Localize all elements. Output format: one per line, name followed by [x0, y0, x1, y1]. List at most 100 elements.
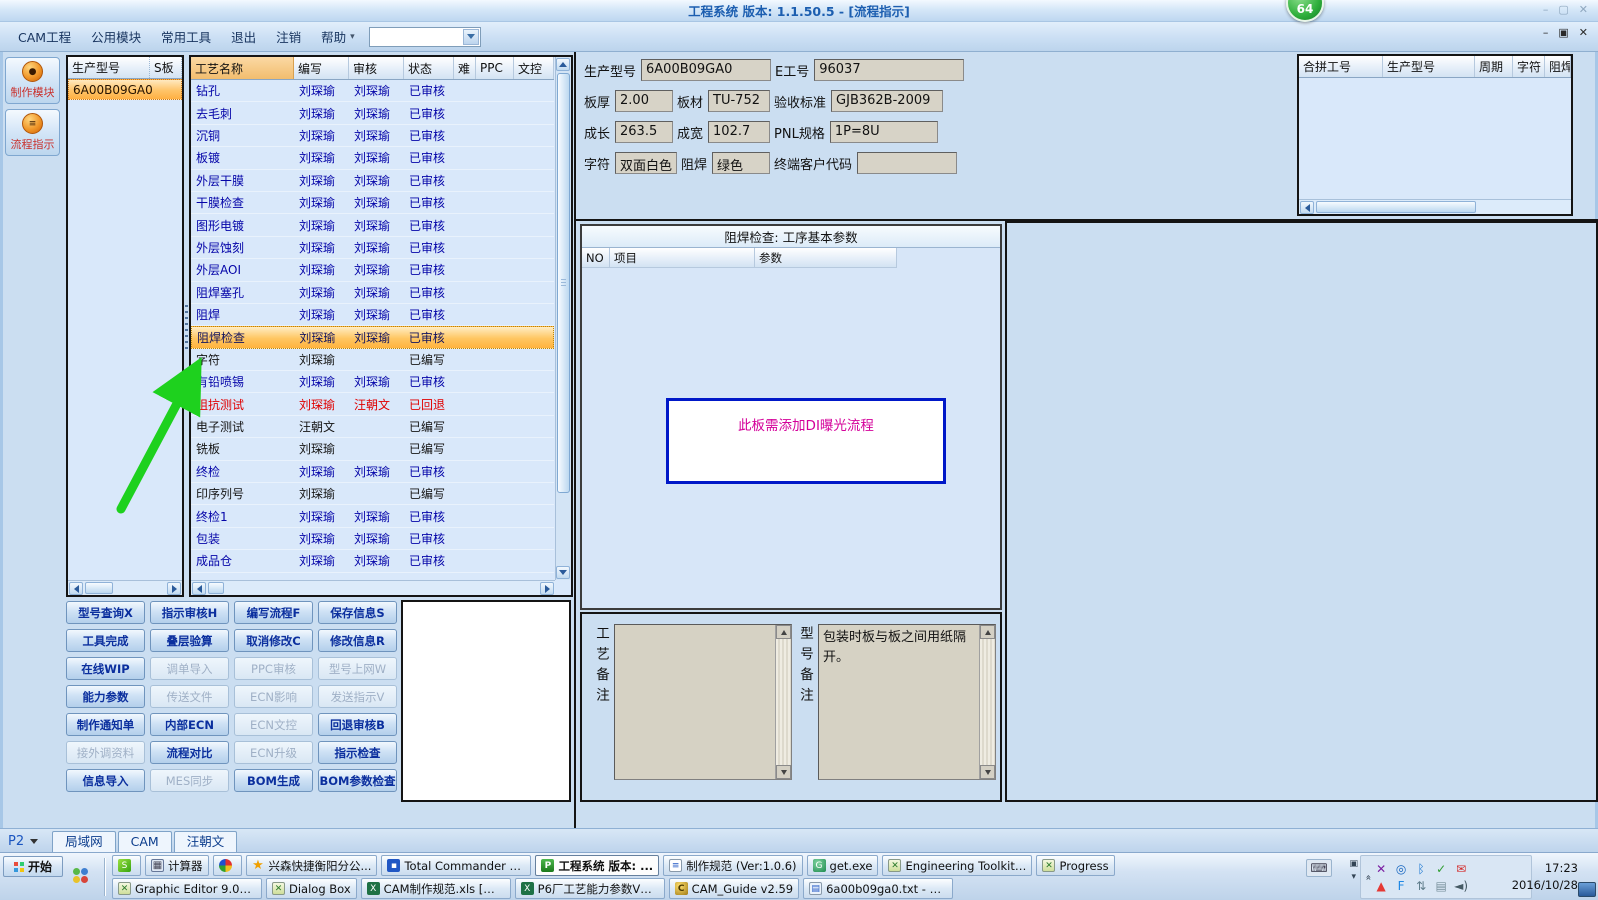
- task-button[interactable]: ≡ 制作规范 (Ver:1.0.6): [663, 855, 803, 876]
- col-difficulty[interactable]: 难: [454, 57, 476, 79]
- tray-icon[interactable]: ✓: [1434, 862, 1448, 876]
- task-button[interactable]: ✕ Progress: [1036, 855, 1115, 876]
- start-button[interactable]: 开始: [3, 856, 63, 877]
- process-row[interactable]: 板镀 刘琛瑜 刘琛瑜 已审核: [191, 147, 554, 170]
- menu-cam-project[interactable]: CAM工程: [8, 24, 81, 49]
- eid-field[interactable]: 96037: [814, 59, 965, 81]
- action-button[interactable]: 回退审核B: [318, 713, 397, 736]
- col-merge-job[interactable]: 合拼工号: [1299, 56, 1383, 77]
- process-row[interactable]: 阻焊塞孔 刘琛瑜 刘琛瑜 已审核: [191, 282, 554, 304]
- action-button[interactable]: ECN文控: [234, 713, 313, 736]
- process-row[interactable]: 沉铜 刘琛瑜 刘琛瑜 已审核: [191, 125, 554, 148]
- process-row[interactable]: 有铅喷锡 刘琛瑜 刘琛瑜 已审核: [191, 371, 554, 394]
- process-v-scrollbar[interactable]: [555, 57, 571, 580]
- scroll-thumb[interactable]: [1316, 201, 1476, 213]
- process-h-scrollbar[interactable]: [191, 580, 555, 595]
- menu-common-tools[interactable]: 常用工具: [151, 24, 221, 49]
- process-row[interactable]: 阻焊检查 刘琛瑜 刘琛瑜 已审核: [191, 326, 554, 349]
- action-button[interactable]: MES同步: [150, 769, 229, 792]
- scroll-up-icon[interactable]: [556, 58, 570, 71]
- tray-icon[interactable]: ◄): [1454, 879, 1468, 893]
- mask-field[interactable]: 绿色: [712, 152, 771, 174]
- model-remark-scrollbar[interactable]: [979, 625, 995, 779]
- process-row[interactable]: 包装 刘琛瑜 刘琛瑜 已审核: [191, 528, 554, 551]
- action-button[interactable]: 编写流程F: [234, 601, 313, 624]
- process-row[interactable]: 电子测试 汪朝文 已编写: [191, 416, 554, 439]
- action-button[interactable]: 工具完成: [66, 629, 145, 652]
- model-remark-textarea[interactable]: 包装时板与板之间用纸隔开。: [818, 624, 996, 780]
- scroll-thumb[interactable]: [557, 73, 570, 493]
- tray-icon[interactable]: F: [1394, 879, 1408, 893]
- thickness-field[interactable]: 2.00: [615, 90, 674, 112]
- process-row[interactable]: 外层干膜 刘琛瑜 刘琛瑜 已审核: [191, 170, 554, 192]
- tray-icon[interactable]: ✉: [1454, 862, 1468, 876]
- keyboard-layout-icon[interactable]: ⌨: [1306, 859, 1332, 877]
- tray-icon[interactable]: ✕: [1374, 862, 1388, 876]
- sidebar-module-button[interactable]: ≡ 流程指示: [5, 109, 60, 156]
- col-merge-model[interactable]: 生产型号: [1383, 56, 1475, 77]
- child-restore-icon[interactable]: ▣: [1558, 26, 1568, 39]
- process-row[interactable]: 阻焊 刘琛瑜 刘琛瑜 已审核: [191, 304, 554, 327]
- action-button[interactable]: 接外调资料: [66, 741, 145, 764]
- action-button[interactable]: 指示审核H: [150, 601, 229, 624]
- width-field[interactable]: 102.7: [708, 121, 771, 143]
- action-button[interactable]: 修改信息R: [318, 629, 397, 652]
- col-status[interactable]: 状态: [404, 57, 454, 79]
- action-button[interactable]: 指示检查: [318, 741, 397, 764]
- silkscreen-field[interactable]: 双面白色: [615, 152, 678, 174]
- taskbar-clock[interactable]: 17:23 2016/10/28: [1512, 860, 1578, 893]
- action-button[interactable]: 在线WIP: [66, 657, 145, 680]
- action-button[interactable]: 调单导入: [150, 657, 229, 680]
- process-row[interactable]: 外层蚀刻 刘琛瑜 刘琛瑜 已审核: [191, 237, 554, 260]
- close-icon[interactable]: ✕: [1579, 3, 1588, 16]
- process-row[interactable]: 终检 刘琛瑜 刘琛瑜 已审核: [191, 461, 554, 484]
- task-button[interactable]: ✕ Dialog Box: [266, 878, 357, 899]
- scroll-up-icon[interactable]: [776, 625, 791, 639]
- child-close-icon[interactable]: ✕: [1579, 26, 1588, 39]
- task-button[interactable]: ★ 兴森快捷衡阳分公...: [245, 855, 378, 876]
- tray-icon[interactable]: ᛒ: [1414, 862, 1428, 876]
- craft-remark-scrollbar[interactable]: [775, 625, 791, 779]
- combo-dropdown-icon[interactable]: [462, 28, 479, 45]
- process-row[interactable]: 字符 刘琛瑜 已编写: [191, 349, 554, 372]
- scroll-right-icon[interactable]: [540, 582, 554, 595]
- task-button[interactable]: ✕ Graphic Editor 9.07b2 (0...: [112, 878, 262, 899]
- model-h-scrollbar[interactable]: [68, 580, 182, 595]
- action-button[interactable]: 型号查询X: [66, 601, 145, 624]
- material-field[interactable]: TU-752: [708, 90, 771, 112]
- col-process-name[interactable]: 工艺名称: [191, 57, 294, 79]
- task-button[interactable]: X CAM制作规范.xls [兼...: [360, 878, 511, 899]
- model-field[interactable]: 6A00B09GA0: [641, 59, 772, 81]
- action-button[interactable]: PPC审核: [234, 657, 313, 680]
- action-button[interactable]: 流程对比: [150, 741, 229, 764]
- col-no[interactable]: NO: [582, 248, 610, 268]
- desktop-tab[interactable]: CAM: [117, 831, 172, 852]
- desktop-selector[interactable]: P2: [8, 834, 38, 849]
- action-button[interactable]: BOM参数检查: [318, 769, 397, 792]
- action-button[interactable]: 信息导入: [66, 769, 145, 792]
- desktop-tab[interactable]: 汪朝文: [173, 831, 238, 852]
- task-button[interactable]: ✕ Engineering Toolkit 9....: [882, 855, 1033, 876]
- action-button[interactable]: ECN影响: [234, 685, 313, 708]
- menu-common-modules[interactable]: 公用模块: [81, 24, 151, 49]
- col-param[interactable]: 参数: [755, 248, 897, 268]
- task-button[interactable]: ▤ 6a00b09ga0.txt - 写字板: [803, 878, 954, 899]
- client-field[interactable]: [857, 152, 958, 174]
- craft-remark-textarea[interactable]: [614, 624, 792, 780]
- scroll-left-icon[interactable]: [1300, 201, 1314, 214]
- action-button[interactable]: 型号上网W: [318, 657, 397, 680]
- col-writer[interactable]: 编写: [294, 57, 349, 79]
- merge-h-scrollbar[interactable]: [1299, 199, 1571, 214]
- col-s-board[interactable]: S板: [150, 57, 182, 78]
- process-row[interactable]: 印序列号 刘琛瑜 已编写: [191, 483, 554, 506]
- process-row[interactable]: 图形电镀 刘琛瑜 刘琛瑜 已审核: [191, 214, 554, 237]
- minimize-icon[interactable]: –: [1543, 3, 1549, 16]
- task-button[interactable]: P 工程系统 版本: ...: [535, 855, 660, 876]
- toolbar-restore-control[interactable]: ▣ ▾: [1349, 858, 1358, 883]
- sidebar-module-button[interactable]: ● 制作模块: [5, 57, 60, 104]
- tray-icon[interactable]: ▲: [1374, 879, 1388, 893]
- length-field[interactable]: 263.5: [615, 121, 674, 143]
- standard-field[interactable]: GJB362B-2009: [831, 90, 944, 112]
- process-row[interactable]: 去毛刺 刘琛瑜 刘琛瑜 已审核: [191, 102, 554, 125]
- action-button[interactable]: ECN升级: [234, 741, 313, 764]
